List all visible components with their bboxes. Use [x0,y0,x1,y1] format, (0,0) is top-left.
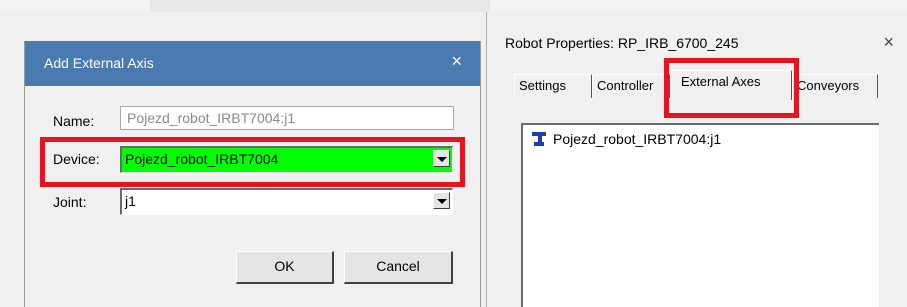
list-item[interactable]: Pojezd_robot_IRBT7004:j1 [531,131,721,147]
external-axes-list[interactable]: Pojezd_robot_IRBT7004:j1 [521,123,879,307]
cancel-button[interactable]: Cancel [344,251,453,284]
tab-settings[interactable]: Settings [514,74,592,98]
device-value: Pojezd_robot_IRBT7004 [125,151,279,167]
robot-axis-icon [531,131,547,147]
close-icon[interactable]: × [451,51,462,72]
dialog-title: Robot Properties: RP_IRB_6700_245 [505,35,739,51]
background-bar [150,0,490,12]
joint-value: j1 [125,193,136,209]
external-axes-highlight-box [664,58,799,118]
background-strip [0,0,907,12]
list-item-label: Pojezd_robot_IRBT7004:j1 [553,131,722,147]
joint-dropdown[interactable]: j1 [120,188,453,215]
joint-label: Joint: [53,194,87,210]
ok-button[interactable]: OK [236,251,334,284]
device-label: Device: [53,151,100,167]
dropdown-arrow-icon[interactable] [433,192,450,209]
device-dropdown[interactable]: Pojezd_robot_IRBT7004 [120,146,453,173]
close-icon[interactable]: × [883,32,894,53]
dropdown-arrow-icon[interactable] [433,150,450,167]
name-label: Name: [53,113,95,129]
tab-conveyors[interactable]: Conveyors [792,74,878,98]
name-field[interactable]: Pojezd_robot_IRBT7004:j1 [120,106,454,130]
tab-controller[interactable]: Controller [592,74,670,98]
dialog-titlebar: Add External Axis × [25,41,480,86]
dialog-title: Add External Axis [44,55,154,71]
